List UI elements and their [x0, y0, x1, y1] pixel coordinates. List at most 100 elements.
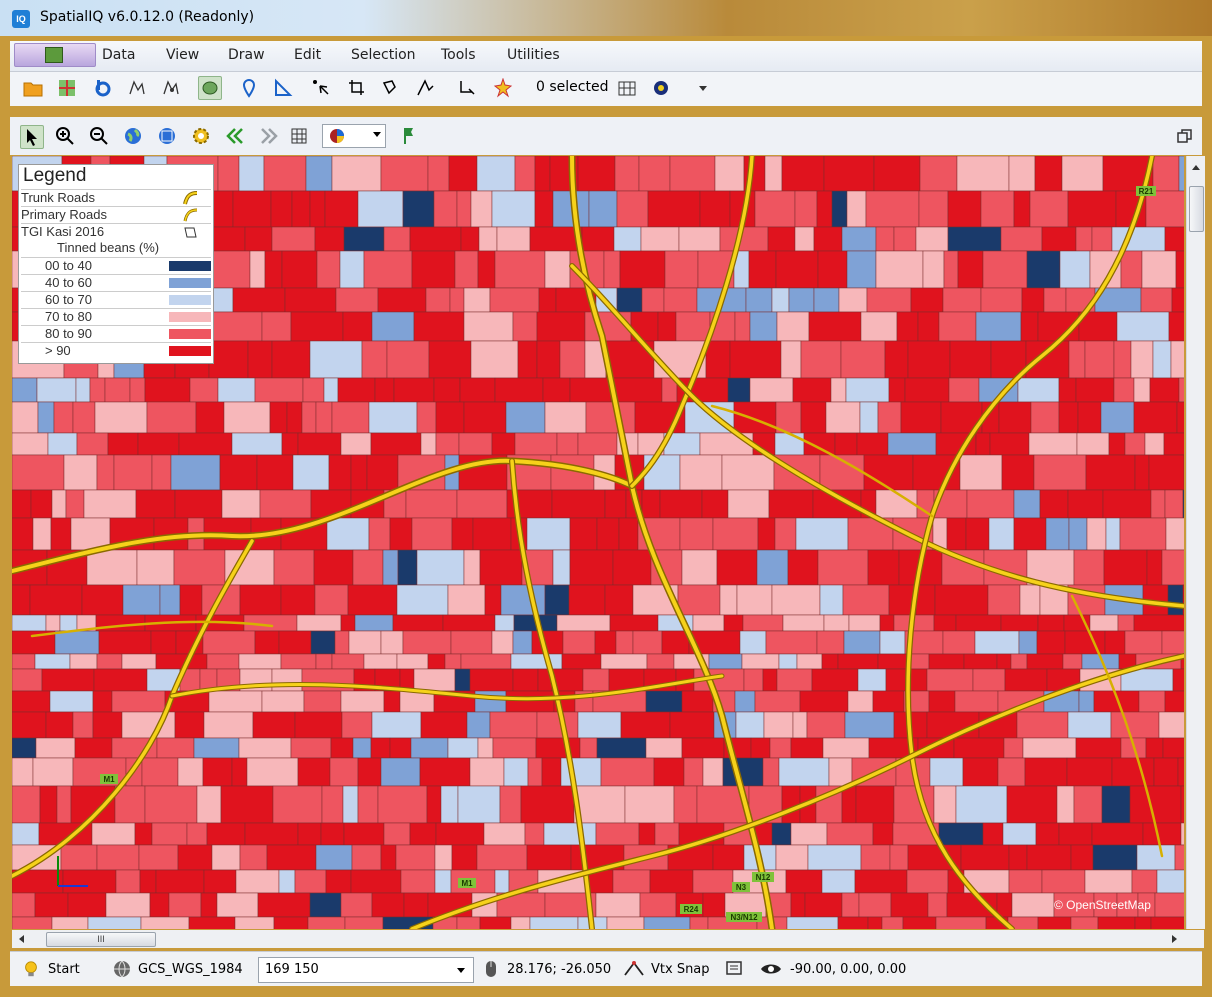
- parcel: [239, 584, 282, 616]
- parcel: [76, 432, 109, 456]
- select-rectangle-icon[interactable]: [456, 77, 478, 99]
- crop-tool-icon[interactable]: [346, 77, 368, 99]
- horizontal-scroll-thumb[interactable]: III: [46, 932, 156, 947]
- refresh-gear-icon[interactable]: [190, 125, 212, 147]
- parcel: [863, 454, 914, 491]
- parcel: [1024, 757, 1068, 787]
- select-polygon-icon[interactable]: [380, 77, 402, 99]
- grid-table-icon[interactable]: [288, 125, 310, 147]
- parcel: [821, 653, 839, 670]
- zoom-out-icon[interactable]: [88, 125, 110, 147]
- parcel: [425, 287, 451, 313]
- measure-triangle-icon[interactable]: [272, 77, 294, 99]
- open-folder-icon[interactable]: [22, 77, 44, 99]
- pointer-icon[interactable]: [20, 125, 44, 149]
- node-edit-icon[interactable]: [126, 77, 148, 99]
- buffer-tool-icon[interactable]: [92, 77, 114, 99]
- menu-draw[interactable]: Draw: [228, 47, 265, 63]
- menu-selection[interactable]: Selection: [351, 47, 416, 63]
- parcel: [1091, 822, 1144, 846]
- parcel: [678, 226, 721, 252]
- parcel: [334, 630, 350, 655]
- scroll-up-icon[interactable]: [1187, 160, 1205, 174]
- parcel: [448, 156, 478, 192]
- parcel: [340, 432, 372, 456]
- parcel: [249, 250, 266, 289]
- chevron-down-icon: [373, 132, 381, 137]
- menu-view[interactable]: View: [166, 47, 199, 63]
- parcel: [463, 401, 507, 434]
- select-point-icon[interactable]: [310, 77, 332, 99]
- next-extent-icon[interactable]: [258, 125, 280, 147]
- zoom-layer-globe-icon[interactable]: [156, 125, 178, 147]
- node-split-icon[interactable]: [160, 77, 182, 99]
- parcel: [94, 401, 148, 434]
- basemap-dropdown[interactable]: [322, 124, 386, 148]
- parcel: [721, 454, 775, 491]
- bookmark-flag-icon[interactable]: [398, 125, 420, 147]
- notes-icon[interactable]: [724, 959, 744, 979]
- parcel: [1110, 711, 1160, 739]
- previous-extent-icon[interactable]: [224, 125, 246, 147]
- vertex-snap-toggle[interactable]: Vtx Snap: [651, 962, 710, 977]
- parcel: [12, 690, 51, 713]
- parcel: [104, 377, 131, 403]
- application-menu-button[interactable]: [14, 43, 96, 67]
- parcel: [953, 737, 1005, 759]
- menu-edit[interactable]: Edit: [294, 47, 321, 63]
- parcel: [136, 549, 175, 586]
- parcel: [1148, 454, 1184, 491]
- restore-window-icon[interactable]: [1174, 125, 1196, 147]
- parcel: [659, 489, 703, 519]
- layer-map-icon[interactable]: [56, 77, 78, 99]
- parcel: [86, 549, 138, 586]
- full-extent-globe-icon[interactable]: [122, 125, 144, 147]
- parcel: [1150, 489, 1166, 519]
- parcel: [778, 757, 830, 787]
- parcel: [1008, 869, 1043, 894]
- menu-utilities[interactable]: Utilities: [507, 47, 560, 63]
- parcel: [340, 892, 373, 918]
- parcel: [974, 630, 1020, 655]
- toolbar-overflow-chevron-icon[interactable]: [692, 77, 714, 99]
- select-area-icon[interactable]: [198, 76, 222, 100]
- location-pin-icon[interactable]: [238, 77, 260, 99]
- parcel: [588, 190, 618, 228]
- parcel: [326, 517, 370, 551]
- scroll-right-icon[interactable]: [1168, 930, 1182, 948]
- parcel: [478, 226, 498, 252]
- parcel: [735, 711, 765, 739]
- parcel: [231, 757, 248, 787]
- zoom-in-icon[interactable]: [54, 125, 76, 147]
- select-line-icon[interactable]: [414, 77, 436, 99]
- parcel: [946, 517, 967, 551]
- start-button[interactable]: Start: [48, 962, 80, 977]
- parcel: [837, 916, 869, 929]
- scale-dropdown[interactable]: 169 150: [258, 957, 474, 983]
- eye-icon[interactable]: [760, 959, 782, 979]
- scroll-left-icon[interactable]: [14, 930, 28, 948]
- parcel: [748, 250, 777, 289]
- parcel: [879, 630, 906, 655]
- menu-data[interactable]: Data: [102, 47, 135, 63]
- parcel: [1045, 517, 1070, 551]
- parcel: [380, 757, 421, 787]
- parcel: [257, 892, 311, 918]
- parcel: [817, 549, 869, 586]
- parcel: [138, 844, 179, 871]
- settings-gear-icon[interactable]: [650, 77, 672, 99]
- clear-selection-icon[interactable]: [492, 77, 514, 99]
- map-grid-icon[interactable]: [616, 77, 638, 99]
- menu-tools[interactable]: Tools: [441, 47, 476, 63]
- parcel: [514, 156, 536, 192]
- parcel: [1028, 432, 1078, 456]
- horizontal-scrollbar[interactable]: III: [12, 930, 1204, 948]
- parcel: [444, 653, 462, 670]
- map-legend[interactable]: Legend Trunk Roads Primary Roads TGI Kas…: [18, 164, 214, 364]
- vertex-snap-icon[interactable]: [622, 959, 646, 979]
- parcel: [426, 785, 442, 824]
- parcel: [756, 549, 789, 586]
- vertical-scroll-thumb[interactable]: [1189, 186, 1204, 232]
- vertical-scrollbar[interactable]: [1186, 156, 1205, 929]
- parcel: [98, 630, 152, 655]
